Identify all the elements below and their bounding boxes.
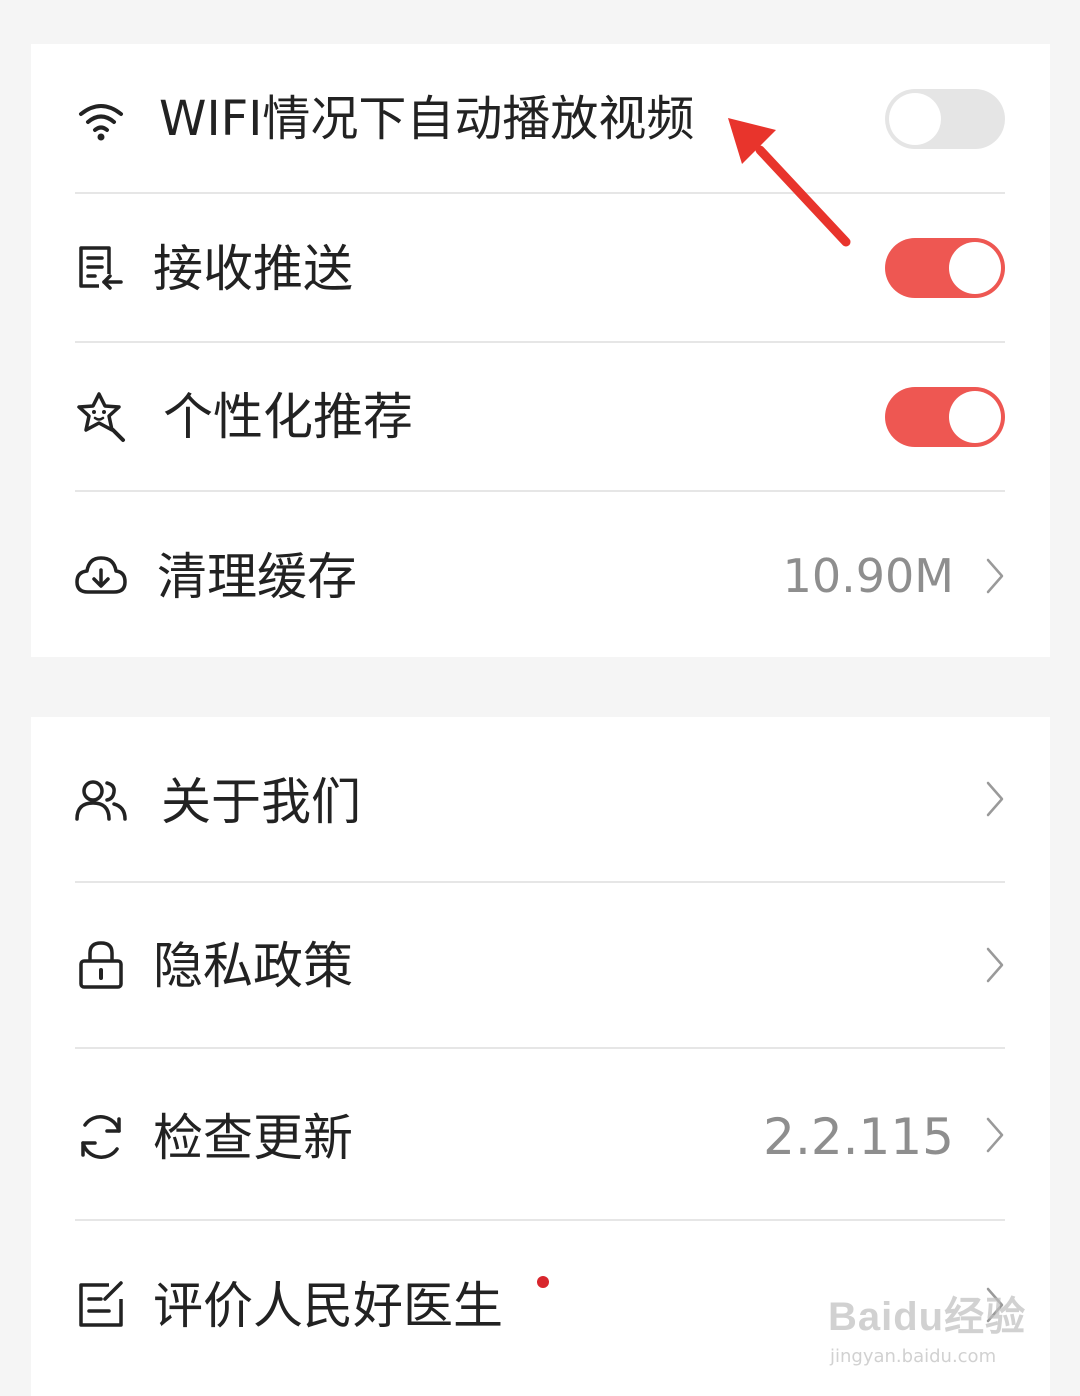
refresh-icon bbox=[73, 1109, 129, 1165]
chevron-right-icon bbox=[984, 779, 1006, 819]
receive-push-label: 接收推送 bbox=[153, 240, 353, 298]
version-value: 2.2.115 bbox=[763, 1108, 954, 1166]
wifi-icon bbox=[73, 92, 129, 148]
cache-size-value: 10.90M bbox=[782, 549, 954, 603]
toggle-knob bbox=[889, 93, 941, 145]
check-update-row[interactable]: 检查更新 2.2.115 bbox=[31, 1049, 1050, 1219]
lock-icon bbox=[73, 937, 129, 993]
about-us-row[interactable]: 关于我们 bbox=[31, 717, 1050, 882]
settings-card-1: WIFI情况下自动播放视频 接收推送 个性化推荐 清理缓存 10.90M bbox=[31, 44, 1050, 657]
chevron-right-icon bbox=[984, 1115, 1006, 1155]
cloud-download-icon bbox=[73, 548, 129, 604]
personalized-recommend-label: 个性化推荐 bbox=[163, 388, 413, 446]
about-us-label: 关于我们 bbox=[161, 773, 361, 831]
personalized-recommend-toggle[interactable] bbox=[885, 387, 1005, 447]
baidu-watermark: Baidu经验 jingyan.baidu.com bbox=[828, 1278, 1038, 1378]
wifi-autoplay-row[interactable]: WIFI情况下自动播放视频 bbox=[31, 44, 1050, 194]
personalized-recommend-row[interactable]: 个性化推荐 bbox=[31, 343, 1050, 492]
chevron-right-icon bbox=[984, 556, 1006, 596]
chevron-right-icon bbox=[984, 945, 1006, 985]
check-update-label: 检查更新 bbox=[153, 1109, 353, 1167]
toggle-knob bbox=[949, 242, 1001, 294]
push-document-icon bbox=[73, 240, 129, 296]
privacy-policy-row[interactable]: 隐私政策 bbox=[31, 883, 1050, 1048]
notification-dot bbox=[537, 1276, 549, 1288]
star-face-icon bbox=[73, 388, 129, 444]
watermark-url: jingyan.baidu.com bbox=[830, 1346, 997, 1367]
rate-app-label: 评价人民好医生 bbox=[153, 1277, 503, 1335]
toggle-knob bbox=[949, 391, 1001, 443]
clear-cache-label: 清理缓存 bbox=[157, 548, 357, 606]
wifi-autoplay-label: WIFI情况下自动播放视频 bbox=[159, 91, 695, 147]
watermark-logo: Baidu经验 bbox=[828, 1295, 1027, 1339]
clear-cache-row[interactable]: 清理缓存 10.90M bbox=[31, 492, 1050, 657]
edit-note-icon bbox=[73, 1277, 129, 1333]
receive-push-toggle[interactable] bbox=[885, 238, 1005, 298]
receive-push-row[interactable]: 接收推送 bbox=[31, 194, 1050, 343]
users-icon bbox=[73, 773, 129, 829]
wifi-autoplay-toggle[interactable] bbox=[885, 89, 1005, 149]
privacy-policy-label: 隐私政策 bbox=[153, 937, 353, 995]
